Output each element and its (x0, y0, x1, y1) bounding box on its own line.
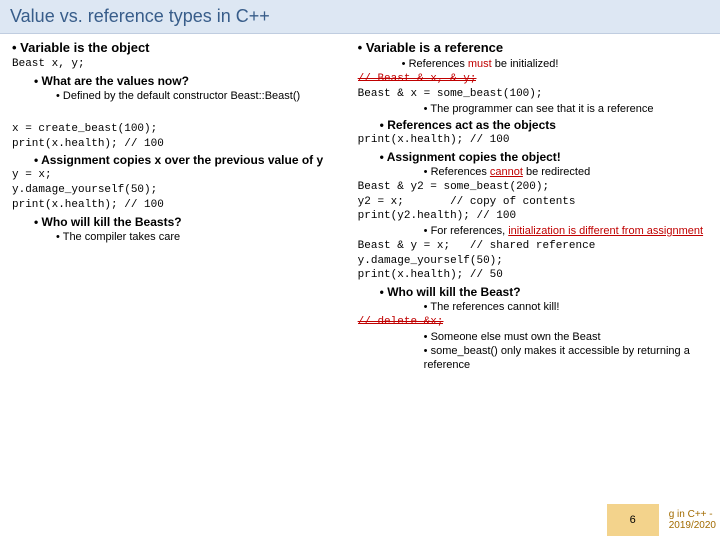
footer-line2: 2019/2020 (669, 520, 716, 531)
init-diff-emph: initialization is different from assignm… (508, 225, 703, 237)
assign-copies-heading: Assignment copies x over the previous va… (34, 153, 346, 168)
code-print-100-a: print(x.health); // 100 (12, 138, 346, 152)
right-heading: Variable is a reference (358, 40, 708, 56)
init-diff-assign: For references, initialization is differ… (424, 225, 708, 239)
strike-decl: // Beast & x, & y; (358, 73, 477, 87)
code-y2-assign: y2 = x; // copy of contents (358, 196, 708, 210)
code-bad-decl: // Beast & x, & y; (358, 73, 708, 87)
cannot-emph: cannot (490, 166, 523, 178)
q-values-now: What are the values now? (34, 74, 346, 89)
text-part: For references, (431, 225, 509, 237)
refs-no-redirect: References cannot be redirected (424, 166, 708, 180)
code-print-50: print(x.health); // 50 (358, 269, 708, 283)
code-y2-decl: Beast & y2 = some_beast(200); (358, 181, 708, 195)
refs-act-as-objects: References act as the objects (380, 118, 708, 133)
code-print-100-c: print(x.health); // 100 (358, 134, 708, 148)
compiler-takes-care: The compiler takes care (56, 231, 346, 245)
a-default-ctor: Defined by the default constructor Beast… (56, 90, 346, 104)
text-part: References (409, 58, 468, 70)
code-y-eq-x: y = x; (12, 169, 346, 183)
code-ref-init: Beast & x = some_beast(100); (358, 88, 708, 102)
slide-title: Value vs. reference types in C++ (0, 0, 720, 34)
slide-number: 6 (607, 504, 659, 536)
assign-copies-object: Assignment copies the object! (380, 150, 708, 165)
refs-must-init: References must be initialized! (402, 58, 708, 72)
code-delete-bad: // delete &x; (358, 316, 708, 330)
code-create-beast: x = create_beast(100); (12, 123, 346, 137)
footer-caption: g in C++ - 2019/2020 (669, 509, 716, 531)
code-decl: Beast x, y; (12, 58, 346, 72)
code-damage-50-a: y.damage_yourself(50); (12, 184, 346, 198)
programmer-sees-ref: The programmer can see that it is a refe… (424, 103, 708, 117)
must-emph: must (468, 58, 492, 70)
kill-beasts-q: Who will kill the Beasts? (34, 215, 346, 230)
code-print-100-b: print(x.health); // 100 (12, 199, 346, 213)
some-beast-note: some_beast() only makes it accessible by… (424, 345, 708, 373)
text-part: be initialized! (492, 58, 559, 70)
right-column: Variable is a reference References must … (352, 40, 714, 373)
code-print-y2: print(y2.health); // 100 (358, 210, 708, 224)
text-part: References (431, 166, 490, 178)
code-damage-50-b: y.damage_yourself(50); (358, 255, 708, 269)
someone-else-owns: Someone else must own the Beast (424, 331, 708, 345)
text-part: be redirected (523, 166, 590, 178)
footer-line1: g in C++ - (669, 509, 713, 520)
refs-cannot-kill: The references cannot kill! (424, 301, 708, 315)
kill-beast-q: Who will kill the Beast? (380, 285, 708, 300)
left-column: Variable is the object Beast x, y; What … (6, 40, 352, 373)
code-shared-ref: Beast & y = x; // shared reference (358, 240, 708, 254)
strike-delete: // delete &x; (358, 316, 444, 330)
footer: 6 g in C++ - 2019/2020 (607, 504, 716, 536)
content-columns: Variable is the object Beast x, y; What … (0, 34, 720, 373)
left-heading: Variable is the object (12, 40, 346, 56)
